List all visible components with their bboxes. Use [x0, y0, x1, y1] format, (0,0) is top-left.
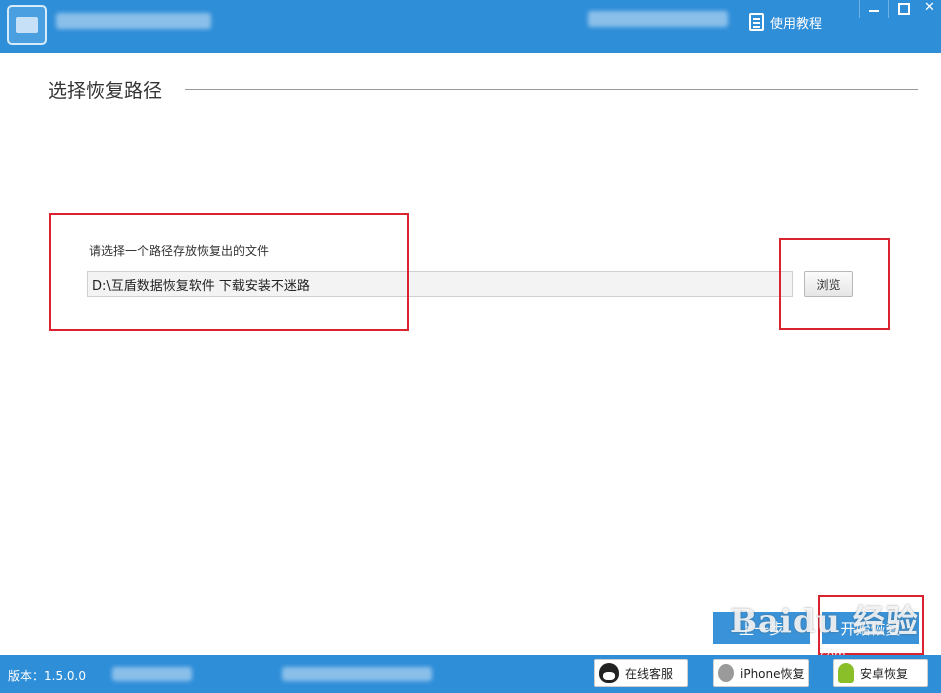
start-recovery-button[interactable]: 开始恢复: [822, 612, 919, 644]
section-title: 选择恢复路径: [48, 80, 163, 102]
app-logo-icon: [7, 5, 47, 45]
blurred-status-text-2: [282, 667, 432, 681]
annotation-box-browse: [779, 238, 890, 330]
blurred-status-text: [112, 667, 192, 681]
blurred-app-title: [56, 13, 211, 29]
blurred-header-text: [588, 11, 728, 27]
tutorial-label: 使用教程: [770, 16, 823, 32]
tutorial-link[interactable]: 使用教程: [749, 10, 822, 34]
title-bar: 使用教程 ✕: [0, 0, 941, 53]
status-bar: 版本：1.5.0.0 在线客服 iPhone恢复 安卓恢复: [0, 655, 941, 693]
iphone-recovery-label: iPhone恢复: [740, 666, 805, 681]
annotation-box-path: [49, 213, 409, 331]
online-service-label: 在线客服: [625, 666, 674, 681]
previous-step-button[interactable]: 上一步: [713, 612, 810, 644]
android-icon: [838, 663, 854, 683]
android-recovery-label: 安卓恢复: [860, 666, 909, 681]
maximize-button[interactable]: [888, 0, 915, 18]
online-service-button[interactable]: 在线客服: [594, 659, 688, 687]
qq-icon: [599, 663, 619, 683]
section-divider: [185, 89, 918, 90]
close-button[interactable]: ✕: [916, 0, 941, 18]
minimize-button[interactable]: [859, 0, 886, 18]
iphone-recovery-button[interactable]: iPhone恢复: [713, 659, 809, 687]
close-icon: ✕: [924, 0, 935, 15]
android-recovery-button[interactable]: 安卓恢复: [833, 659, 928, 687]
version-label: 版本：1.5.0.0: [8, 669, 86, 683]
document-icon: [749, 13, 764, 31]
apple-icon: [718, 664, 734, 682]
